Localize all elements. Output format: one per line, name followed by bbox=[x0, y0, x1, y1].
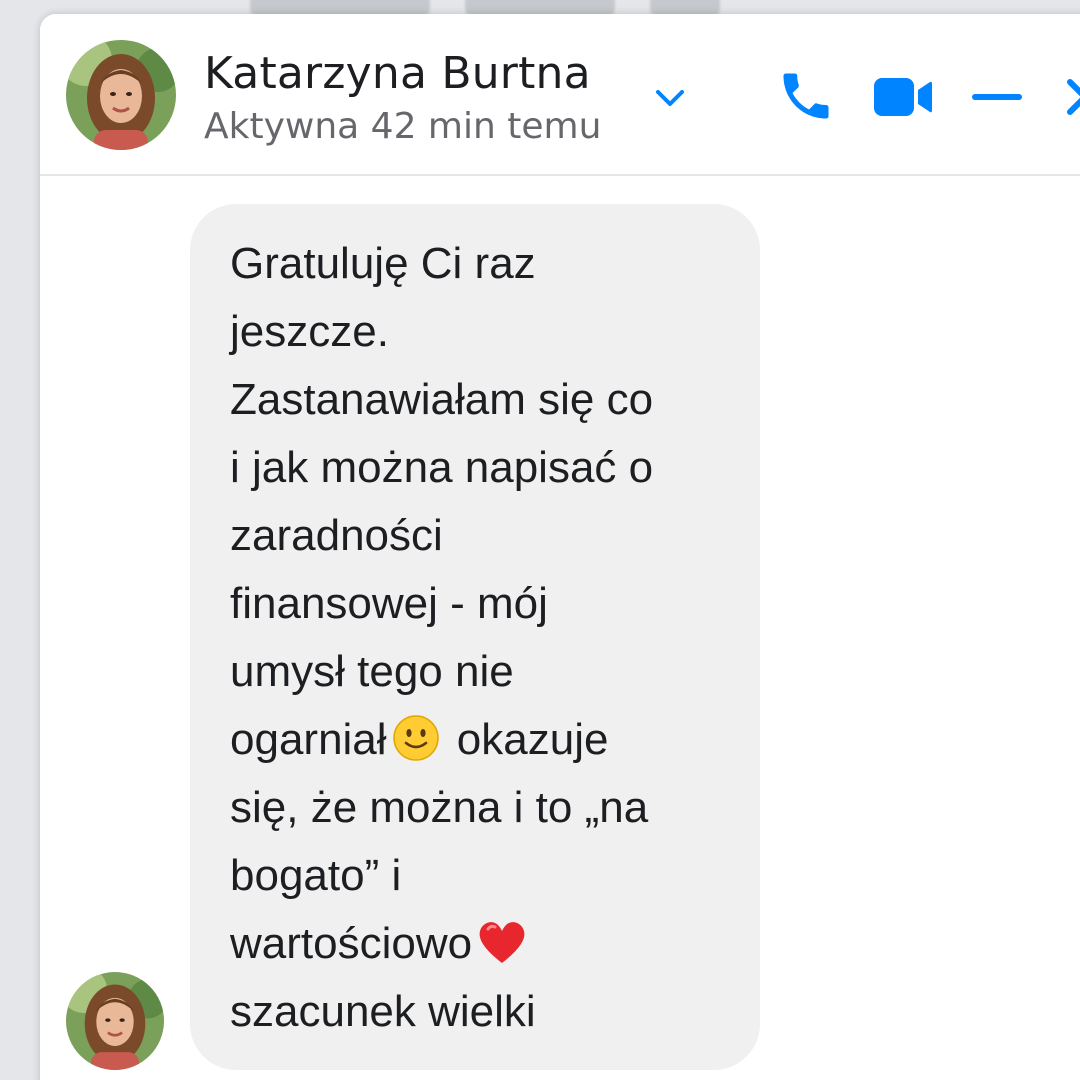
red-heart-emoji bbox=[479, 922, 525, 964]
message-text-part1: Gratuluję Ci raz jeszcze. Zastanawiałam … bbox=[230, 239, 654, 764]
chevron-down-icon[interactable] bbox=[650, 78, 690, 118]
sender-avatar[interactable] bbox=[66, 972, 164, 1070]
minimize-icon[interactable] bbox=[970, 90, 1024, 104]
message-bubble[interactable]: Gratuluję Ci raz jeszcze. Zastanawiałam … bbox=[190, 204, 760, 1070]
chat-header: Katarzyna Burtna Aktywna 42 min temu bbox=[40, 14, 1080, 176]
messenger-chat-window: Katarzyna Burtna Aktywna 42 min temu Gra… bbox=[40, 14, 1080, 1080]
contact-status: Aktywna 42 min temu bbox=[204, 106, 602, 147]
close-icon[interactable] bbox=[1060, 72, 1080, 122]
phone-icon[interactable] bbox=[776, 66, 836, 126]
screenshot-root: Katarzyna Burtna Aktywna 42 min temu Gra… bbox=[0, 0, 1080, 1080]
chat-body: Gratuluję Ci raz jeszcze. Zastanawiałam … bbox=[40, 176, 1080, 1080]
slightly-smiling-face-emoji bbox=[392, 715, 439, 762]
contact-name[interactable]: Katarzyna Burtna bbox=[204, 48, 591, 99]
video-camera-icon[interactable] bbox=[872, 72, 934, 122]
contact-avatar[interactable] bbox=[66, 40, 176, 150]
message-text: Gratuluję Ci raz jeszcze. Zastanawiałam … bbox=[230, 230, 732, 1046]
message-text-part3: szacunek wielki bbox=[230, 987, 536, 1036]
